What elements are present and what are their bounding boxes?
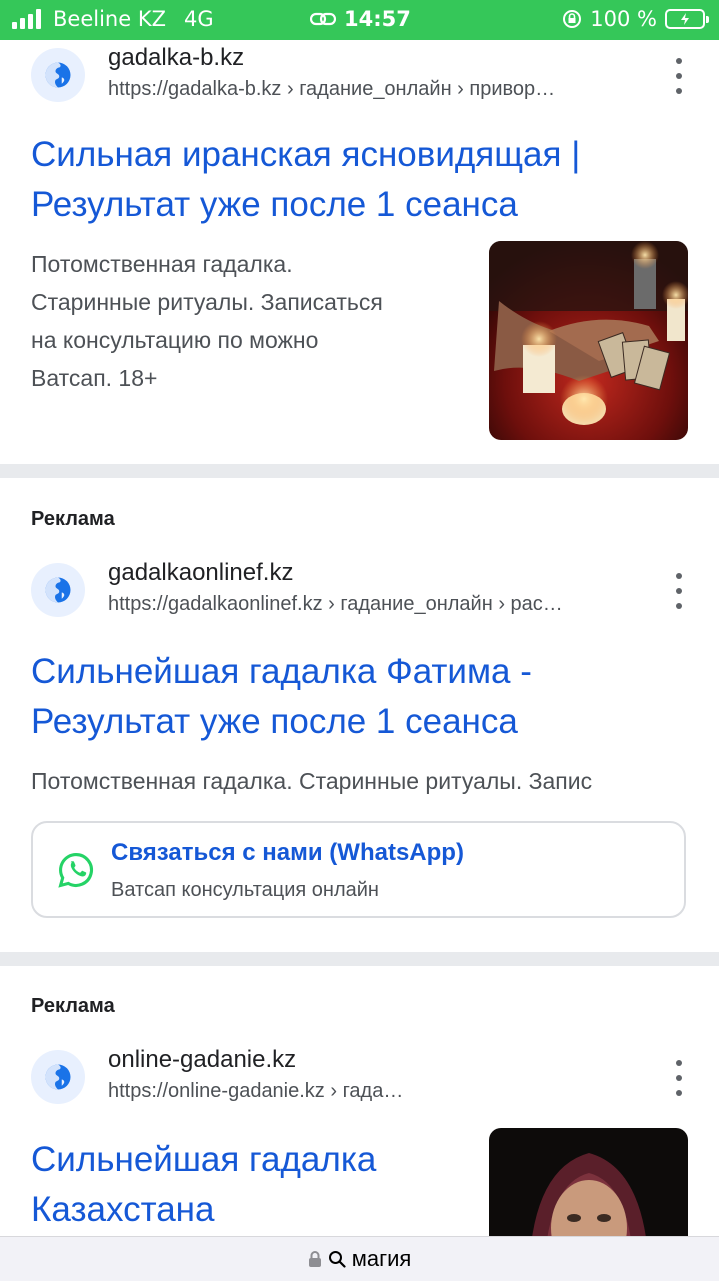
site-url[interactable]: https://online-gadanie.kz › гада… xyxy=(108,1080,468,1103)
result-description: Потомственная гадалка. Старинные ритуалы… xyxy=(31,245,383,397)
site-row[interactable]: gadalkaonlinef.kz https://gadalkaonlinef… xyxy=(0,559,719,623)
fortune-teller-candles-image[interactable] xyxy=(489,241,688,440)
search-query[interactable]: магия xyxy=(352,1246,412,1272)
title-line[interactable]: Сильная иранская ясновидящая | xyxy=(31,130,580,180)
site-row[interactable]: gadalka-b.kz https://gadalka-b.kz › гада… xyxy=(0,44,719,108)
search-icon xyxy=(328,1251,346,1268)
result-title[interactable]: Сильная иранская ясновидящая | Результат… xyxy=(31,130,580,230)
orientation-lock-icon xyxy=(563,10,582,28)
ad-label: Реклама xyxy=(31,995,115,1017)
globe-icon xyxy=(31,1050,85,1104)
more-options-icon[interactable] xyxy=(669,573,689,609)
title-line[interactable]: Результат уже после 1 сеанса xyxy=(31,180,580,230)
link-icon xyxy=(310,12,336,26)
desc-line: Потомственная гадалка. Старинные ритуалы… xyxy=(31,768,593,794)
site-name[interactable]: online-gadanie.kz xyxy=(108,1046,296,1074)
section-divider xyxy=(0,952,719,966)
result-title[interactable]: Сильнейшая гадалка Фатима - Результат уж… xyxy=(31,647,532,747)
carrier-label: Beeline KZ xyxy=(53,7,166,31)
ad-label: Реклама xyxy=(31,508,115,530)
desc-line: на консультацию по можно xyxy=(31,327,319,353)
globe-icon xyxy=(31,563,85,617)
globe-icon xyxy=(31,48,85,102)
site-url[interactable]: https://gadalka-b.kz › гадание_онлайн › … xyxy=(108,78,648,101)
status-left: Beeline KZ 4G xyxy=(12,7,214,31)
lock-icon xyxy=(308,1251,321,1267)
battery-percent: 100 % xyxy=(590,7,657,31)
site-url[interactable]: https://gadalkaonlinef.kz › гадание_онла… xyxy=(108,593,648,616)
site-name[interactable]: gadalkaonlinef.kz xyxy=(108,559,293,587)
status-center: 14:57 xyxy=(310,7,411,31)
section-divider xyxy=(0,464,719,478)
desc-line: Ватсап. 18+ xyxy=(31,365,158,391)
status-right: 100 % xyxy=(562,7,709,31)
whatsapp-sitelink[interactable]: Связаться с нами (WhatsApp) Ватсап консу… xyxy=(31,821,686,918)
battery-icon xyxy=(665,9,709,29)
network-label: 4G xyxy=(183,7,214,31)
sitelink-subtitle: Ватсап консультация онлайн xyxy=(111,879,379,901)
more-options-icon[interactable] xyxy=(669,1060,689,1096)
whatsapp-icon xyxy=(58,853,93,888)
status-bar: Beeline KZ 4G 14:57 100 % xyxy=(0,0,719,40)
result-title[interactable]: Сильнейшая гадалка Казахстана xyxy=(31,1135,376,1235)
address-bar[interactable]: магия xyxy=(0,1236,719,1281)
clock: 14:57 xyxy=(344,7,411,31)
site-name[interactable]: gadalka-b.kz xyxy=(108,44,244,72)
more-options-icon[interactable] xyxy=(669,58,689,94)
signal-icon xyxy=(12,9,41,29)
title-line[interactable]: Сильнейшая гадалка xyxy=(31,1135,376,1185)
desc-line: Старинные ритуалы. Записаться xyxy=(31,289,383,315)
title-line[interactable]: Результат уже после 1 сеанса xyxy=(31,697,532,747)
site-row[interactable]: online-gadanie.kz https://online-gadanie… xyxy=(0,1046,719,1110)
sitelink-title[interactable]: Связаться с нами (WhatsApp) xyxy=(111,839,464,867)
title-line[interactable]: Казахстана xyxy=(31,1185,376,1235)
desc-line: Потомственная гадалка. xyxy=(31,251,293,277)
result-description: Потомственная гадалка. Старинные ритуалы… xyxy=(31,762,689,800)
title-line[interactable]: Сильнейшая гадалка Фатима - xyxy=(31,647,532,697)
